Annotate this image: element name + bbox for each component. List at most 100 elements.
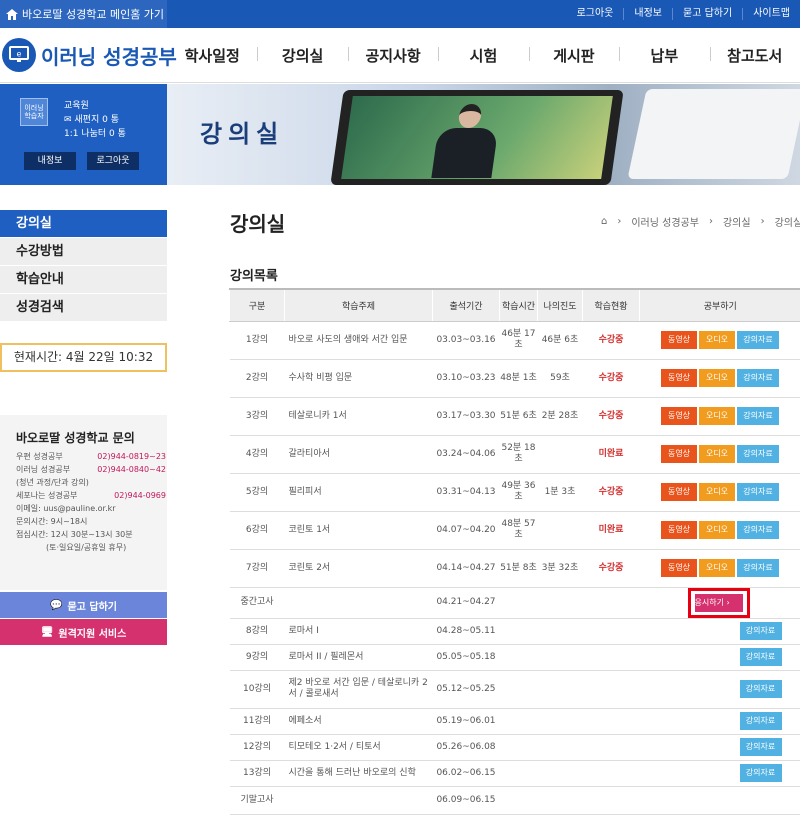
table-row: 8강의로마서 I04.28~05.11강의자료: [230, 618, 800, 644]
cell-subject: 로마서 II / 필레몬서: [285, 644, 433, 670]
my-info-button[interactable]: 내정보: [24, 152, 76, 170]
lecture-data-button[interactable]: 강의자료: [740, 648, 782, 666]
logout-button[interactable]: 로그아웃: [87, 152, 139, 170]
lecture-data-button[interactable]: 강의자료: [740, 738, 782, 756]
cell-no: 기말고사: [230, 786, 285, 814]
cell-time: 46분 17초: [500, 321, 538, 359]
cell-period: 05.12~05.25: [433, 670, 500, 708]
cell-no: 4강의: [230, 435, 285, 473]
lecture-data-button[interactable]: 강의자료: [740, 622, 782, 640]
remote-support-button[interactable]: 🖥원격지원 서비스: [0, 619, 167, 645]
nav-board[interactable]: 게시판: [529, 45, 619, 66]
qna-count[interactable]: 1:1 나눔터 0 통: [64, 127, 126, 141]
nav-payment[interactable]: 납부: [619, 45, 709, 66]
cell-subject: 시간을 통해 드러난 바오로의 신학: [285, 760, 433, 786]
lecture-data-button[interactable]: 강의자료: [737, 445, 779, 463]
logo-text: 이러닝 성경공부: [41, 41, 177, 70]
side-item-howto[interactable]: 수강방법: [0, 238, 167, 266]
side-item-bible-search[interactable]: 성경검색: [0, 294, 167, 322]
contact-title: 바오로딸 성경학교 문의: [16, 429, 135, 446]
side-item-classroom[interactable]: 강의실: [0, 210, 167, 238]
table-row: 5강의필리피서03.31~04.1349분 36초1분 3초수강중동영상오디오강…: [230, 473, 800, 511]
nav-schedule[interactable]: 학사일정: [167, 45, 257, 66]
contact-row: 문의시간: 9시~18시: [16, 515, 166, 528]
video-button[interactable]: 동영상: [661, 331, 697, 349]
lecture-data-button[interactable]: 강의자료: [737, 559, 779, 577]
nav-exam[interactable]: 시험: [438, 45, 528, 66]
cell-period: 05.05~05.18: [433, 644, 500, 670]
sitemap-link[interactable]: 사이트맵: [742, 8, 800, 20]
cell-no: 6강의: [230, 511, 285, 549]
audio-button[interactable]: 오디오: [699, 331, 735, 349]
contact-row: 이러닝 성경공부02)944-0840~42: [16, 463, 166, 476]
my-info-link[interactable]: 내정보: [623, 8, 672, 20]
nav-notice[interactable]: 공지사항: [348, 45, 438, 66]
cell-no: 2강의: [230, 359, 285, 397]
video-button[interactable]: 동영상: [661, 369, 697, 387]
cell-no: 중간고사: [230, 587, 285, 618]
cell-actions: 동영상오디오강의자료: [640, 397, 800, 435]
cell-status: [583, 618, 640, 644]
video-button[interactable]: 동영상: [661, 559, 697, 577]
lecture-data-button[interactable]: 강의자료: [737, 521, 779, 539]
banner-title: 강의실: [200, 114, 284, 149]
lecture-data-button[interactable]: 강의자료: [737, 407, 779, 425]
lecture-data-button[interactable]: 강의자료: [737, 369, 779, 387]
cell-progress: [538, 670, 583, 708]
cell-period: 03.31~04.13: [433, 473, 500, 511]
mail-count[interactable]: ✉ 새편지 0 통: [64, 113, 126, 127]
cell-time: 51분 6초: [500, 397, 538, 435]
logo[interactable]: e 이러닝 성경공부: [2, 38, 177, 72]
video-button[interactable]: 동영상: [661, 407, 697, 425]
cell-status: 미완료: [583, 435, 640, 473]
audio-button[interactable]: 오디오: [699, 445, 735, 463]
nav-books[interactable]: 참고도서: [710, 45, 800, 66]
cell-time: [500, 644, 538, 670]
table-row: 6강의코린토 1서04.07~04.2048분 57초미완료동영상오디오강의자료: [230, 511, 800, 549]
lecture-data-button[interactable]: 강의자료: [737, 331, 779, 349]
take-exam-button[interactable]: 응시하기 ›: [695, 594, 743, 612]
lecture-data-button[interactable]: 강의자료: [740, 712, 782, 730]
user-name: 교육원: [64, 99, 126, 113]
main-home-link[interactable]: 바오로딸 성경학교 메인홈 가기: [0, 0, 167, 28]
cell-no: 8강의: [230, 618, 285, 644]
cell-period: 04.14~04.27: [433, 549, 500, 587]
cell-no: 13강의: [230, 760, 285, 786]
qna-link[interactable]: 묻고 답하기: [672, 8, 742, 20]
video-button[interactable]: 동영상: [661, 483, 697, 501]
logout-link[interactable]: 로그아웃: [567, 8, 624, 20]
lecture-table: 구분 학습주제 출석기간 학습시간 나의진도 학습현황 공부하기 1강의바오로 …: [229, 288, 800, 815]
qna-side-button[interactable]: 💬묻고 답하기: [0, 592, 167, 618]
nav-classroom[interactable]: 강의실: [257, 45, 347, 66]
home-icon[interactable]: ⌂: [601, 216, 607, 227]
audio-button[interactable]: 오디오: [699, 369, 735, 387]
cell-subject: 제2 바오로 서간 입문 / 테살로니카 2서 / 콜로새서: [285, 670, 433, 708]
cell-status: 수강중: [583, 397, 640, 435]
cell-actions: 동영상오디오강의자료: [640, 435, 800, 473]
cell-subject: [285, 587, 433, 618]
cell-time: 52분 18초: [500, 435, 538, 473]
cell-progress: [538, 708, 583, 734]
video-button[interactable]: 동영상: [661, 521, 697, 539]
breadcrumb-item[interactable]: 강의실: [723, 214, 751, 229]
lecture-data-button[interactable]: 강의자료: [740, 764, 782, 782]
user-box: 이러닝 학습자 교육원 ✉ 새편지 0 통 1:1 나눔터 0 통 내정보 로그…: [0, 84, 167, 185]
table-row: 1강의바오로 사도의 생애와 서간 입문03.03~03.1646분 17초46…: [230, 321, 800, 359]
video-button[interactable]: 동영상: [661, 445, 697, 463]
cell-progress: [538, 618, 583, 644]
lecture-data-button[interactable]: 강의자료: [740, 680, 782, 698]
lecture-data-button[interactable]: 강의자료: [737, 483, 779, 501]
audio-button[interactable]: 오디오: [699, 407, 735, 425]
audio-button[interactable]: 오디오: [699, 521, 735, 539]
audio-button[interactable]: 오디오: [699, 559, 735, 577]
table-row: 2강의수사학 비평 입문03.10~03.2348분 1초59초수강중동영상오디…: [230, 359, 800, 397]
side-item-guide[interactable]: 학습안내: [0, 266, 167, 294]
breadcrumb-item[interactable]: 이러닝 성경공부: [631, 214, 699, 229]
audio-button[interactable]: 오디오: [699, 483, 735, 501]
cell-actions: 동영상오디오강의자료: [640, 549, 800, 587]
cell-period: 04.28~05.11: [433, 618, 500, 644]
cell-time: 49분 36초: [500, 473, 538, 511]
table-row: 4강의갈라티아서03.24~04.0652분 18초미완료동영상오디오강의자료: [230, 435, 800, 473]
cell-time: [500, 760, 538, 786]
breadcrumb-item[interactable]: 강의실: [775, 214, 800, 229]
